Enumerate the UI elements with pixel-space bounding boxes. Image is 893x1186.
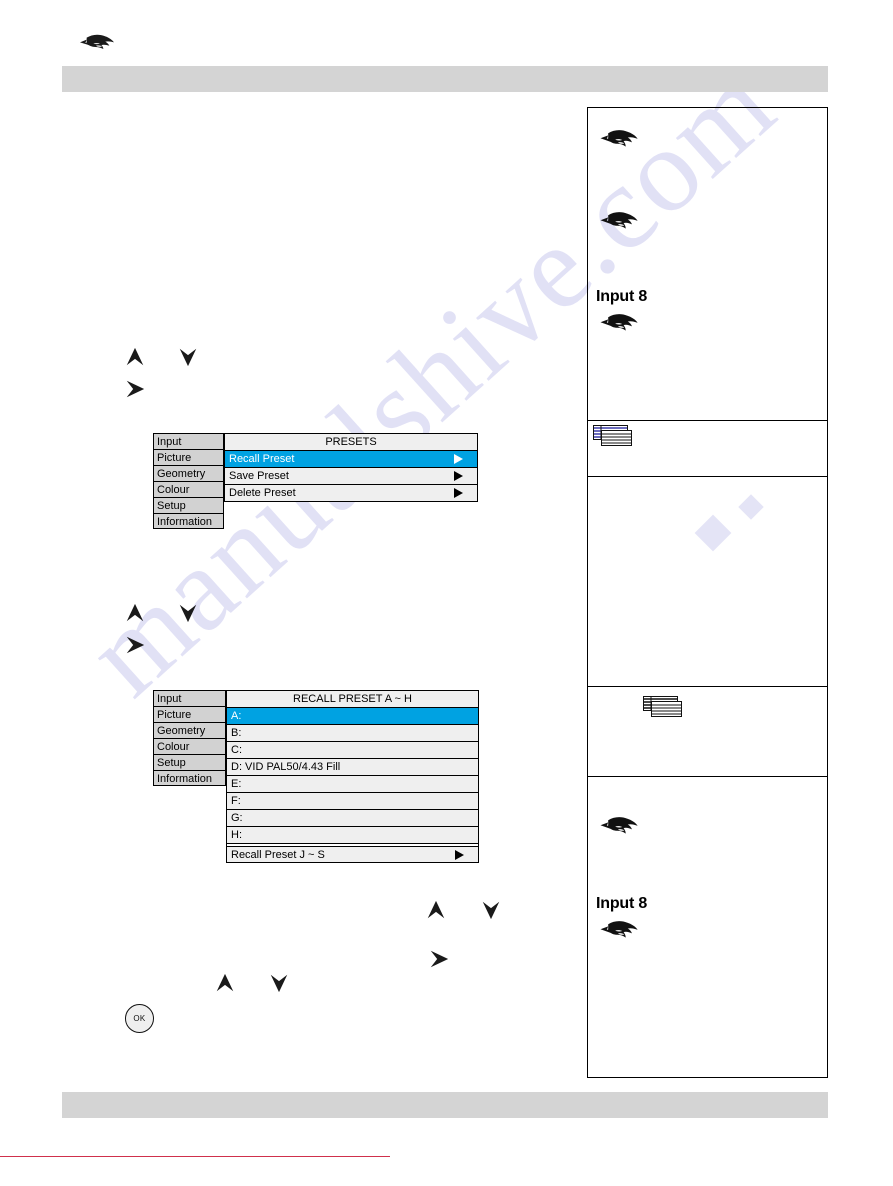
sidebar-item-geometry[interactable]: Geometry — [153, 722, 226, 738]
preset-row-g[interactable]: G: — [227, 810, 478, 827]
right-arrow-icon — [124, 634, 146, 656]
preset-label: D: VID PAL50/4.43 Fill — [231, 761, 341, 773]
notes-divider — [588, 420, 827, 421]
up-arrow-icon — [425, 899, 447, 921]
preset-label: H: — [231, 829, 242, 841]
input-8-label-top: Input 8 — [596, 288, 648, 305]
preset-row-f[interactable]: F: — [227, 793, 478, 810]
header-band — [62, 66, 828, 92]
osd-recall-preset-menu: Input Picture Geometry Colour Setup Info… — [153, 690, 479, 863]
osd-recall-sidebar: Input Picture Geometry Colour Setup Info… — [153, 690, 226, 786]
notes-divider — [588, 686, 827, 687]
osd-recall-panel: RECALL PRESET A ~ H A: B: C: D: VID PAL5… — [226, 690, 479, 863]
preset-label: E: — [231, 778, 242, 790]
chevron-right-icon — [454, 471, 463, 481]
sidebar-item-information[interactable]: Information — [153, 513, 224, 529]
up-arrow-icon — [214, 972, 236, 994]
sidebar-item-information[interactable]: Information — [153, 770, 226, 786]
osd-presets-sidebar: Input Picture Geometry Colour Setup Info… — [153, 433, 224, 529]
down-arrow-icon — [177, 346, 199, 368]
pointing-hand-icon-4 — [597, 811, 639, 838]
menu-item-label: Save Preset — [229, 470, 289, 482]
up-arrow-icon — [124, 346, 146, 368]
bottom-red-rule — [0, 1156, 390, 1157]
preset-row-a[interactable]: A: — [227, 708, 478, 725]
pointing-hand-icon-1 — [597, 124, 639, 151]
chevron-right-icon — [454, 488, 463, 498]
right-arrow-icon — [124, 378, 146, 400]
menu-item-label: Recall Preset — [229, 453, 295, 465]
notes-panel: Input 8 Input 8 — [587, 107, 828, 1078]
ok-button[interactable]: OK — [125, 1004, 154, 1033]
sidebar-item-colour[interactable]: Colour — [153, 738, 226, 754]
down-arrow-icon — [480, 899, 502, 921]
preset-row-c[interactable]: C: — [227, 742, 478, 759]
menu-item-delete-preset[interactable]: Delete Preset — [225, 485, 477, 502]
preset-label: G: — [231, 812, 243, 824]
osd-presets-menu: Input Picture Geometry Colour Setup Info… — [153, 433, 478, 529]
down-arrow-icon — [177, 602, 199, 624]
pointing-hand-icon-3 — [597, 308, 639, 335]
preset-label: A: — [231, 710, 242, 722]
sidebar-item-picture[interactable]: Picture — [153, 706, 226, 722]
sidebar-item-input[interactable]: Input — [153, 433, 224, 449]
pointing-hand-icon-5 — [597, 915, 639, 942]
notes-divider — [588, 776, 827, 777]
footer-band — [62, 1092, 828, 1118]
preset-label: B: — [231, 727, 242, 739]
ok-button-label: OK — [133, 1014, 146, 1023]
preset-row-b[interactable]: B: — [227, 725, 478, 742]
osd-presets-panel: PRESETS Recall Preset Save Preset Delete… — [224, 433, 478, 502]
osd-recall-title: RECALL PRESET A ~ H — [227, 691, 478, 708]
preset-label: C: — [231, 744, 242, 756]
chevron-right-icon — [455, 849, 464, 860]
pointing-hand-icon-2 — [597, 206, 639, 233]
table-icon-1 — [593, 425, 643, 451]
menu-item-recall-preset-j-s[interactable]: Recall Preset J ~ S — [227, 846, 478, 863]
preset-label: F: — [231, 795, 241, 807]
sidebar-item-picture[interactable]: Picture — [153, 449, 224, 465]
preset-row-h[interactable]: H: — [227, 827, 478, 844]
notes-divider — [588, 476, 827, 477]
menu-item-label: Recall Preset J ~ S — [231, 849, 325, 861]
sidebar-item-geometry[interactable]: Geometry — [153, 465, 224, 481]
right-arrow-icon — [428, 948, 450, 970]
menu-item-recall-preset[interactable]: Recall Preset — [225, 451, 477, 468]
menu-item-label: Delete Preset — [229, 487, 296, 499]
chevron-right-icon — [454, 454, 463, 464]
sidebar-item-input[interactable]: Input — [153, 690, 226, 706]
down-arrow-icon — [268, 972, 290, 994]
table-icon-2 — [643, 696, 689, 722]
sidebar-item-colour[interactable]: Colour — [153, 481, 224, 497]
sidebar-item-setup[interactable]: Setup — [153, 754, 226, 770]
preset-row-e[interactable]: E: — [227, 776, 478, 793]
pointing-hand-icon-header — [76, 28, 116, 54]
preset-row-d[interactable]: D: VID PAL50/4.43 Fill — [227, 759, 478, 776]
menu-item-save-preset[interactable]: Save Preset — [225, 468, 477, 485]
up-arrow-icon — [124, 602, 146, 624]
sidebar-item-setup[interactable]: Setup — [153, 497, 224, 513]
osd-presets-title: PRESETS — [225, 434, 477, 451]
input-8-label-bottom: Input 8 — [596, 895, 648, 912]
